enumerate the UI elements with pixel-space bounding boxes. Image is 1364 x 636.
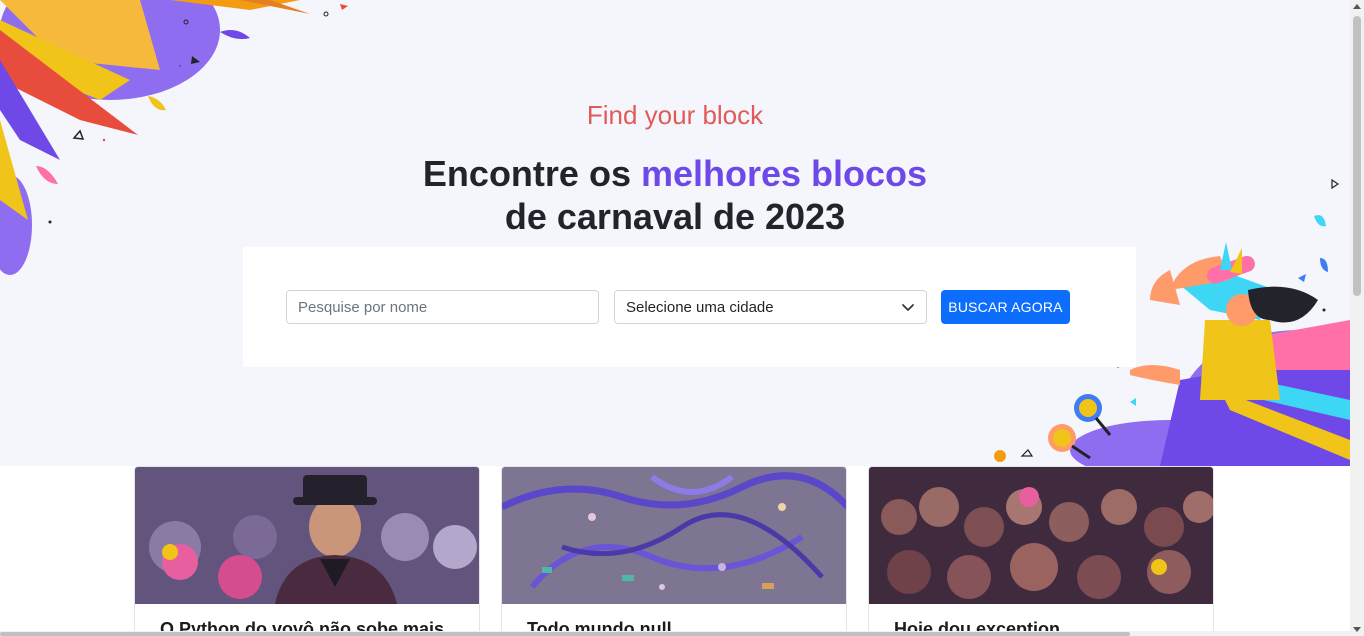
block-card[interactable]: O Python do vovô não sobe mais	[134, 466, 480, 636]
search-panel: Selecione uma cidade BUSCAR AGORA	[243, 247, 1136, 367]
hero-title-accent: melhores blocos	[640, 153, 928, 194]
hero-section: Find your block Encontre os melhores blo…	[0, 0, 1350, 466]
horizontal-scrollbar[interactable]	[0, 631, 1350, 636]
chevron-down-icon	[902, 304, 914, 311]
search-button[interactable]: BUSCAR AGORA	[941, 290, 1070, 324]
block-card[interactable]: Todo mundo null	[501, 466, 847, 636]
hero-title-line2: de carnaval de 2023	[504, 196, 846, 237]
hero-title-prefix: Encontre os	[422, 153, 641, 194]
scroll-up-icon[interactable]	[1353, 4, 1361, 9]
block-photo	[869, 467, 1213, 604]
city-select[interactable]: Selecione uma cidade	[614, 290, 927, 324]
horizontal-scroll-thumb[interactable]	[0, 632, 1130, 636]
scroll-thumb[interactable]	[1353, 16, 1361, 296]
city-select-value: Selecione uma cidade	[626, 298, 774, 316]
block-card[interactable]: Hoje dou exception	[868, 466, 1214, 636]
search-input[interactable]	[286, 290, 599, 324]
block-photo	[502, 467, 846, 604]
block-photo	[135, 467, 479, 604]
scroll-down-icon[interactable]	[1353, 627, 1361, 632]
hero-title: Encontre os melhores blocos de carnaval …	[0, 152, 1350, 238]
vertical-scrollbar[interactable]	[1350, 0, 1364, 636]
hero-subtitle: Find your block	[586, 100, 764, 130]
